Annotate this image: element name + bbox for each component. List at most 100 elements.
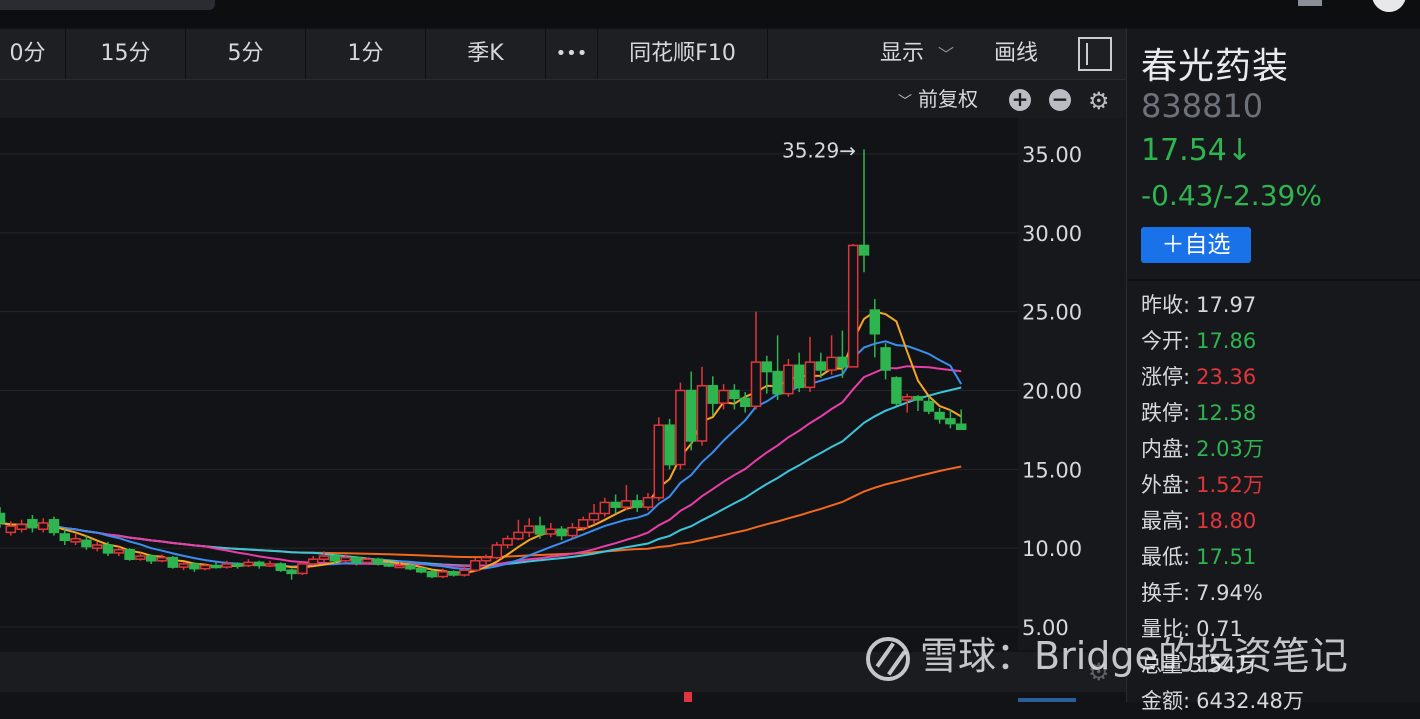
tab-period-0[interactable]: 0分 [0, 29, 66, 79]
candle-body [437, 571, 449, 578]
tab-period-quarter[interactable]: 季K [426, 29, 546, 79]
quote-value: 1.52万 [1196, 473, 1264, 497]
quote-panel: 春光药装 838810 17.54↓ -0.43/-2.39% ＋自选 昨收: 1… [1126, 29, 1420, 713]
tab-period-5min[interactable]: 5分 [186, 29, 306, 79]
candle-body [264, 563, 276, 567]
candle-body [804, 361, 816, 389]
candle-body [837, 356, 848, 368]
tab-period-15min[interactable]: 15分 [66, 29, 186, 79]
display-dropdown[interactable]: 显示 ﹀ [880, 29, 954, 79]
y-tick-label: 10.00 [1022, 537, 1082, 561]
candle-body [858, 244, 870, 256]
layout-toggle-icon[interactable] [1078, 37, 1112, 71]
y-tick-label: 15.00 [1022, 458, 1082, 482]
watermark-text: 雪球：Bridge的投资笔记 [920, 634, 1348, 678]
volume-bar [684, 692, 692, 702]
candle-body [815, 361, 827, 371]
y-tick-label: 35.00 [1022, 143, 1082, 167]
avatar[interactable] [1372, 0, 1406, 12]
candle-body [502, 537, 513, 546]
candle-body [189, 563, 200, 570]
kline-chart[interactable]: 35.0030.0025.0020.0015.0010.005.00 35.29… [0, 118, 1126, 650]
minimize-icon[interactable] [1298, 0, 1322, 6]
quote-value: 7.94% [1196, 581, 1263, 605]
add-watchlist-button[interactable]: ＋自选 [1141, 227, 1251, 263]
candle-body [5, 525, 17, 534]
candle-body [847, 244, 859, 368]
bottom-strip [0, 692, 1126, 702]
candle-body [297, 563, 308, 575]
candle-body [718, 389, 729, 404]
candle-body [405, 564, 416, 570]
xueqiu-logo-icon [866, 636, 910, 681]
candle-body [221, 563, 233, 568]
scroll-indicator[interactable] [1018, 698, 1076, 702]
quote-value: 6432.48万 [1196, 689, 1304, 713]
candle-body [567, 526, 578, 537]
quote-label: 外盘: [1141, 473, 1191, 497]
quote-label: 昨收: [1141, 293, 1191, 317]
candle-body [145, 555, 157, 562]
quote-row: 最高: 18.80 [1141, 503, 1256, 539]
zoom-in-icon[interactable]: + [1009, 89, 1031, 111]
candle-body [696, 385, 708, 442]
quote-value: 17.86 [1196, 329, 1257, 353]
candle-body [243, 561, 254, 567]
quote-row: 今开: 17.86 [1141, 323, 1256, 359]
candle-body [81, 539, 92, 548]
quote-row: 外盘: 1.52万 [1141, 467, 1264, 503]
candle-body [253, 561, 265, 567]
candle-body [426, 571, 438, 578]
tab-period-1min[interactable]: 1分 [306, 29, 426, 79]
candle-body [383, 563, 395, 567]
stock-name: 春光药装 [1141, 46, 1290, 87]
chart-header: ﹀ 前复权 + − ⚙ [0, 80, 1126, 118]
settings-gear-icon[interactable]: ⚙ [1088, 87, 1110, 115]
candle-body [27, 519, 38, 529]
candle-body [513, 531, 524, 540]
quote-value: 18.80 [1196, 509, 1257, 533]
candle-body [167, 556, 179, 568]
candle-body [318, 555, 330, 560]
quote-label: 内盘: [1141, 437, 1191, 461]
stock-price: 17.54↓ [1141, 133, 1253, 168]
candle-body [588, 512, 600, 521]
candle-body [901, 396, 913, 401]
search-box[interactable] [0, 0, 215, 10]
draw-line-button[interactable]: 画线 [994, 29, 1038, 79]
title-bar [0, 0, 1420, 28]
candle-body [577, 519, 589, 529]
candle-body [329, 555, 341, 562]
quote-value: 2.03万 [1196, 437, 1264, 461]
candle-body [631, 500, 643, 508]
candle-body [869, 309, 881, 335]
chevron-down-icon: ﹀ [938, 45, 955, 64]
y-tick-label: 30.00 [1022, 222, 1082, 246]
more-periods-button[interactable]: ••• [546, 29, 598, 79]
candle-body [923, 400, 935, 412]
candle-body [156, 556, 168, 562]
display-label: 显示 [880, 41, 925, 66]
candle-body [102, 544, 114, 554]
candle-body [124, 548, 135, 560]
candle-body [70, 537, 81, 543]
candle-body [934, 411, 945, 420]
candle-body [0, 512, 6, 524]
candle-body [113, 548, 125, 554]
candle-body [394, 564, 405, 569]
candle-body [556, 528, 567, 537]
candle-body [610, 501, 621, 508]
candle-body [664, 424, 675, 466]
candle-body [685, 389, 697, 442]
candle-body [912, 396, 924, 401]
quote-label: 换手: [1141, 581, 1191, 605]
quote-row: 金额: 6432.48万 [1141, 683, 1304, 719]
candle-body [340, 556, 351, 562]
quote-label: 跌停: [1141, 401, 1191, 425]
tab-f10[interactable]: 同花顺F10 [598, 29, 768, 79]
quote-value: 12.58 [1196, 401, 1257, 425]
candle-body [135, 555, 146, 560]
candle-body [491, 544, 503, 559]
adjust-dropdown[interactable]: ﹀ 前复权 [898, 80, 978, 118]
zoom-out-icon[interactable]: − [1049, 89, 1071, 111]
